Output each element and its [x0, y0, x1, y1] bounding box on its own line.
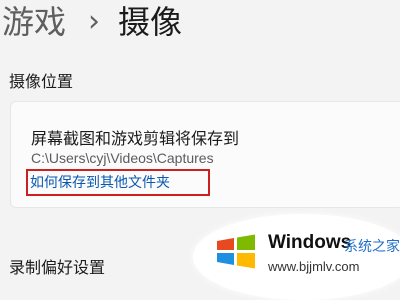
watermark-url: www.bjjmlv.com [268, 259, 360, 274]
windows-logo-icon [217, 234, 255, 269]
capture-folder-path: C:\Users\cyj\Videos\Captures [31, 150, 214, 166]
capture-location-label: 屏幕截图和游戏剪辑将保存到 [31, 129, 240, 148]
watermark-brand-cn: 系统之家 [344, 239, 400, 255]
chevron-right-icon: › [88, 4, 101, 39]
section-title-capture-location: 摄像位置 [9, 72, 74, 91]
highlight-box [26, 169, 210, 196]
breadcrumb-parent-games[interactable]: 游戏 [2, 0, 66, 44]
section-title-recording-preferences: 录制偏好设置 [9, 258, 106, 277]
watermark-brand: Windows [268, 232, 352, 253]
capture-location-card: 屏幕截图和游戏剪辑将保存到 C:\Users\cyj\Videos\Captur… [10, 101, 400, 208]
page-title: 摄像 [118, 3, 183, 41]
breadcrumb: 游戏 › 摄像 [2, 0, 182, 44]
